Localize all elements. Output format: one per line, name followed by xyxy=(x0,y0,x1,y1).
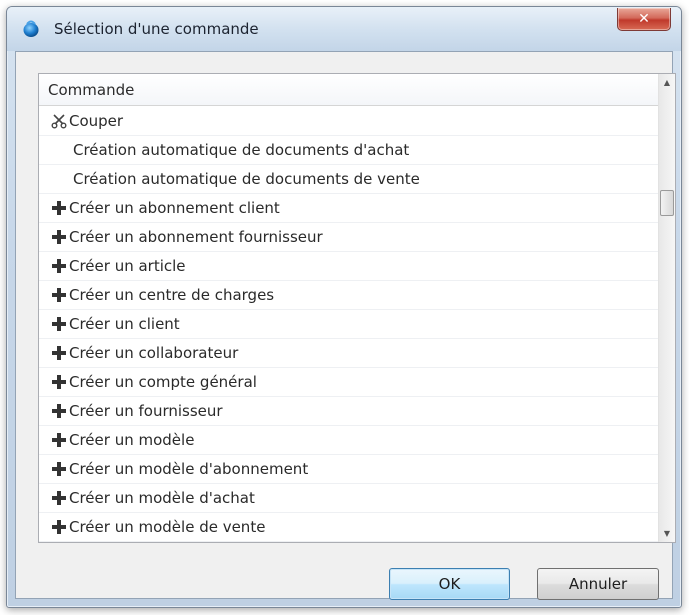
list-item-label: Créer un article xyxy=(69,257,186,275)
list-item[interactable]: Créer un modèle xyxy=(39,426,659,455)
close-icon: ✕ xyxy=(638,11,650,27)
plus-icon xyxy=(49,402,69,420)
plus-icon xyxy=(49,373,69,391)
plus-icon xyxy=(49,199,69,217)
ok-button[interactable]: OK xyxy=(389,568,510,600)
list-item[interactable]: Créer un modèle d'achat xyxy=(39,484,659,513)
list-item-label: Création automatique de documents de ven… xyxy=(73,170,420,188)
list-item[interactable]: Créer un abonnement client xyxy=(39,194,659,223)
plus-icon xyxy=(49,286,69,304)
plus-icon xyxy=(49,344,69,362)
plus-icon xyxy=(49,228,69,246)
close-button[interactable]: ✕ xyxy=(617,8,671,31)
list-item-label: Création automatique de documents d'acha… xyxy=(73,141,410,159)
column-header-label: Commande xyxy=(48,81,135,99)
dialog-body: Commande Couper Création automatique de … xyxy=(15,51,676,600)
scroll-down-arrow-icon[interactable]: ▼ xyxy=(659,525,675,542)
cancel-button[interactable]: Annuler xyxy=(537,568,659,600)
list-item-label: Créer un modèle de vente xyxy=(69,518,266,536)
list-item[interactable]: Créer un centre de charges xyxy=(39,281,659,310)
list-item[interactable]: Couper xyxy=(39,107,659,136)
list-item[interactable]: Créer un compte général xyxy=(39,368,659,397)
list-item-label: Créer un fournisseur xyxy=(69,402,223,420)
list-item[interactable]: Créer un article xyxy=(39,252,659,281)
list-item[interactable]: Créer un modèle d'abonnement xyxy=(39,455,659,484)
list-item[interactable]: Création automatique de documents de ven… xyxy=(39,165,659,194)
vertical-scrollbar[interactable]: ▲ ▼ xyxy=(658,74,675,542)
list-item[interactable]: Création automatique de documents d'acha… xyxy=(39,136,659,165)
command-list[interactable]: Commande Couper Création automatique de … xyxy=(38,73,676,543)
list-item-label: Créer un collaborateur xyxy=(69,344,239,362)
scrollbar-thumb[interactable] xyxy=(660,190,674,216)
list-item-label: Créer un abonnement fournisseur xyxy=(69,228,323,246)
list-item-label: Couper xyxy=(69,112,124,130)
app-orb-icon xyxy=(23,20,39,37)
plus-icon xyxy=(49,460,69,478)
list-item-label: Créer un client xyxy=(69,315,180,333)
command-rows: Couper Création automatique de documents… xyxy=(39,107,659,542)
plus-icon xyxy=(49,257,69,275)
scissors-icon xyxy=(49,112,69,130)
list-item-label: Créer un modèle d'abonnement xyxy=(69,460,309,478)
list-item-label: Créer un modèle xyxy=(69,431,195,449)
list-item[interactable]: Créer un collaborateur xyxy=(39,339,659,368)
command-selection-dialog: Sélection d'une commande ✕ Commande Coup… xyxy=(6,6,682,608)
plus-icon xyxy=(49,431,69,449)
list-item[interactable]: Créer un fournisseur xyxy=(39,397,659,426)
column-header-commande[interactable]: Commande xyxy=(39,74,659,106)
plus-icon xyxy=(49,518,69,536)
list-item[interactable]: Créer un abonnement fournisseur xyxy=(39,223,659,252)
plus-icon xyxy=(49,489,69,507)
title-bar[interactable]: Sélection d'une commande ✕ xyxy=(7,7,681,51)
list-item-label: Créer un compte général xyxy=(69,373,257,391)
plus-icon xyxy=(49,315,69,333)
list-item-label: Créer un centre de charges xyxy=(69,286,275,304)
list-item-label: Créer un abonnement client xyxy=(69,199,280,217)
list-item[interactable]: Créer un modèle de vente xyxy=(39,513,659,542)
list-item-label: Créer un modèle d'achat xyxy=(69,489,255,507)
scroll-up-arrow-icon[interactable]: ▲ xyxy=(659,74,675,91)
window-title: Sélection d'une commande xyxy=(54,20,259,38)
list-item[interactable]: Créer un client xyxy=(39,310,659,339)
